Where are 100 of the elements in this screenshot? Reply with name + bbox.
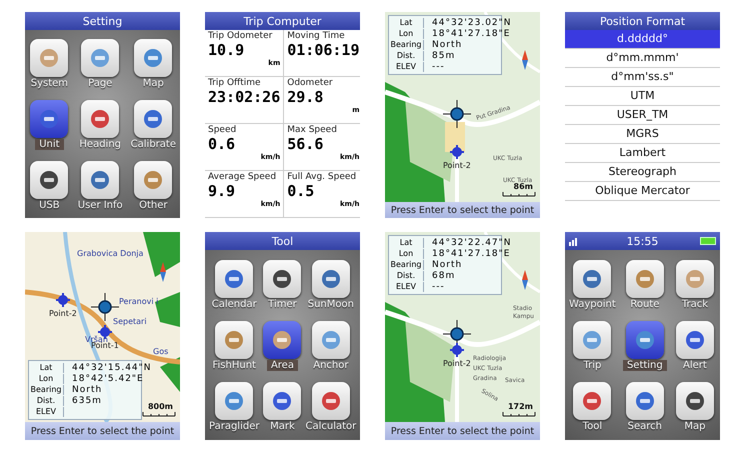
list-item[interactable]: Oblique Mercator (565, 182, 720, 201)
info-label: Lat (389, 18, 424, 28)
menu-item[interactable]: Waypoint (565, 254, 620, 316)
waypoint-label: Point-2 (49, 309, 77, 318)
menu-item[interactable]: Mark (263, 376, 302, 438)
info-value: --- (432, 62, 445, 72)
list-item[interactable]: UTM (565, 87, 720, 106)
info-value: 44°32'23.02"N (432, 18, 512, 28)
info-label: Lon (29, 374, 64, 384)
field-label: Trip Odometer (208, 31, 274, 41)
menu-item[interactable]: FishHunt (205, 315, 264, 377)
menu-item[interactable]: Unit (25, 94, 74, 156)
info-value: North (432, 40, 462, 50)
scale-label: 172m (508, 402, 533, 411)
scale-label: 800m (148, 402, 173, 411)
app-icon (626, 320, 664, 359)
menu-item[interactable]: Setting (620, 315, 670, 377)
app-icon (312, 320, 350, 359)
signal-icon (569, 238, 577, 246)
app-icon (626, 260, 664, 298)
menu-item[interactable]: Trip (565, 315, 620, 377)
info-value: 635m (72, 396, 102, 406)
info-value: --- (432, 282, 445, 292)
app-icon (30, 100, 68, 138)
info-value: 18°42'5.42"E (72, 374, 144, 384)
app-icon (573, 260, 612, 298)
prompt-bar: Press Enter to select the point (385, 422, 540, 440)
crosshair-icon (442, 100, 472, 128)
menu-item[interactable]: Page (74, 34, 127, 95)
menu-item[interactable]: Search (620, 376, 670, 438)
app-icon (81, 100, 120, 138)
app-icon (312, 382, 350, 420)
battery-icon (700, 237, 716, 245)
menu-item[interactable]: Map (670, 376, 720, 438)
scale-bar-icon (502, 192, 536, 196)
info-label: Lon (389, 29, 424, 39)
info-value: North (432, 260, 462, 270)
info-label: Bearing (389, 260, 424, 270)
app-icon (263, 260, 302, 298)
menu-item[interactable]: Timer (263, 254, 302, 316)
list-item[interactable]: MGRS (565, 125, 720, 144)
field-label: Speed (208, 125, 238, 135)
menu-item[interactable]: Tool (565, 376, 620, 438)
prompt-bar: Press Enter to select the point (385, 202, 540, 218)
field-label: Full Avg. Speed (287, 172, 358, 182)
screen-title: Setting (82, 14, 122, 28)
list-item[interactable]: d°mm'ss.s" (565, 68, 720, 87)
place-label: Peranovi i (119, 297, 158, 306)
info-value: 18°41'27.18"E (432, 249, 510, 259)
info-label: Lat (29, 363, 64, 373)
info-label: Bearing (29, 385, 64, 395)
info-value: 44°32'15.44"N (72, 363, 152, 373)
app-icon (134, 100, 172, 138)
menu-item[interactable]: Calculator (301, 376, 360, 438)
menu-item[interactable]: SunMoon (301, 254, 360, 316)
app-icon (30, 160, 68, 199)
app-icon (81, 39, 120, 78)
menu-item[interactable]: Alert (670, 315, 720, 377)
menu-item[interactable]: Route (620, 254, 670, 316)
info-label: ELEV (389, 282, 424, 292)
place-label: Gos (153, 347, 168, 356)
list-item[interactable]: Lambert (565, 144, 720, 163)
compass-icon (160, 262, 166, 282)
field-value: 0.5 (287, 182, 316, 200)
app-icon (573, 382, 612, 420)
menu-item[interactable]: USB (25, 155, 74, 216)
app-icon (215, 382, 254, 420)
field-label: Moving Time (287, 31, 346, 41)
menu-item[interactable]: Map (126, 34, 180, 95)
app-icon (573, 320, 612, 359)
list-item[interactable]: Stereograph (565, 163, 720, 182)
menu-item[interactable]: Area (263, 315, 302, 377)
place-label: Vršan (85, 335, 108, 344)
menu-item[interactable]: Paraglider (205, 376, 264, 438)
waypoint-icon (450, 343, 464, 357)
place-label: Grabovica Donja (77, 249, 144, 258)
info-value: 68m (432, 271, 456, 281)
app-icon (215, 320, 254, 359)
info-value: 44°32'22.47"N (432, 238, 512, 248)
list-item[interactable]: USER_TM (565, 106, 720, 125)
compass-icon (522, 270, 528, 290)
app-icon (263, 382, 302, 420)
menu-item[interactable]: Calendar (205, 254, 264, 316)
menu-item[interactable]: Calibrate (126, 94, 180, 156)
menu-item[interactable]: Heading (74, 94, 127, 156)
scale-bar-icon (142, 412, 176, 416)
list-item[interactable]: d°mm.mmm' (565, 49, 720, 68)
info-label: Dist. (29, 396, 64, 406)
menu-item[interactable]: System (25, 34, 74, 95)
waypoint-label: Point-2 (443, 359, 471, 368)
list-item[interactable]: d.ddddd° (565, 30, 720, 49)
menu-item[interactable]: Anchor (301, 315, 360, 377)
field-value: 56.6 (287, 135, 324, 153)
field-value: 9.9 (208, 182, 236, 200)
app-icon (30, 39, 68, 78)
menu-item[interactable]: User Info (74, 155, 127, 216)
info-label: Lat (389, 238, 424, 248)
place-label: Sepetari (113, 317, 147, 326)
menu-item[interactable]: Track (670, 254, 720, 316)
menu-item[interactable]: Other (126, 155, 180, 216)
